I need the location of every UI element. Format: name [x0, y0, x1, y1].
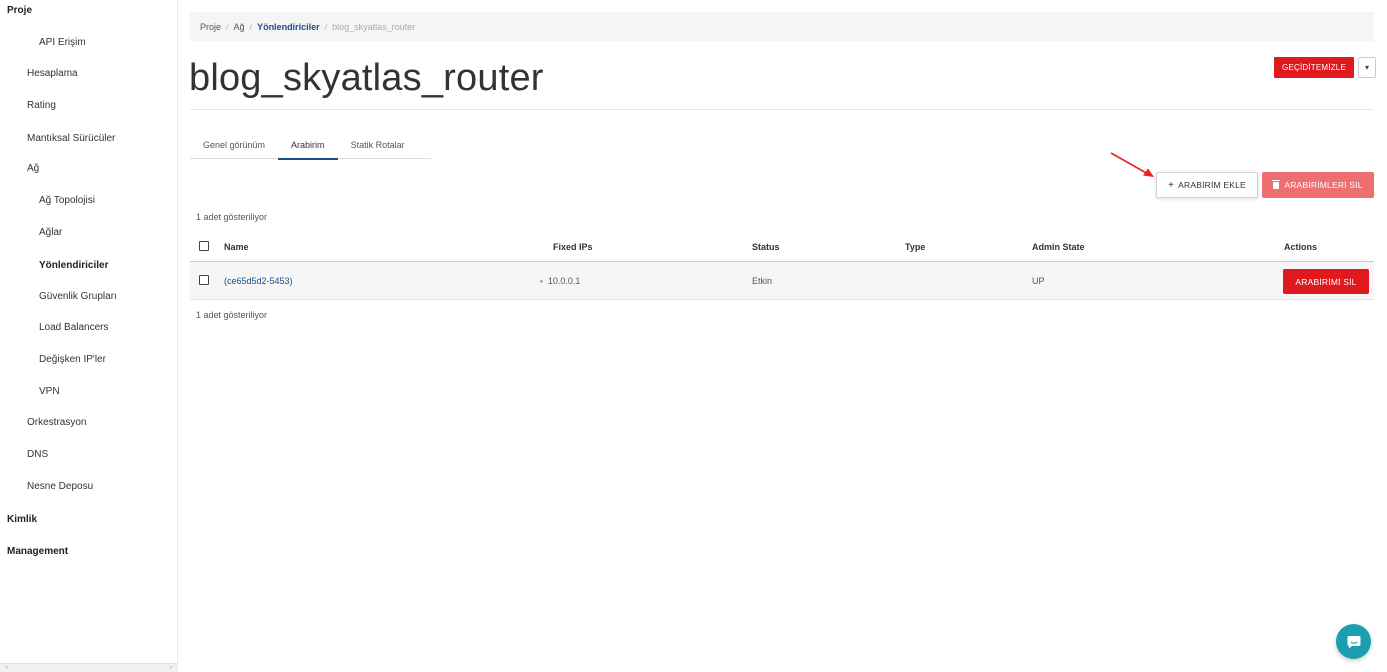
delete-interface-button[interactable]: ARABİRİMİ SİL — [1283, 269, 1369, 294]
sidebar-item-ag-topolojisi[interactable]: Ağ Topolojisi — [39, 195, 95, 206]
sidebar: Proje API Erişim Hesaplama Rating Mantık… — [0, 0, 178, 672]
delete-interfaces-button[interactable]: ARABİRİMLERİ SİL — [1262, 172, 1374, 198]
breadcrumb-current: blog_skyatlas_router — [332, 21, 416, 32]
trash-icon — [1272, 179, 1281, 189]
sidebar-section-kimlik[interactable]: Kimlik — [7, 514, 37, 525]
sidebar-item-degisken-ipler[interactable]: Değişken IP'ler — [39, 354, 106, 365]
page-title: blog_skyatlas_router — [189, 57, 544, 99]
tab-arabirim[interactable]: Arabirim — [278, 131, 338, 160]
column-header-type[interactable]: Type — [905, 232, 925, 262]
add-interface-label: ARABİRİM EKLE — [1178, 180, 1246, 190]
sidebar-item-vpn[interactable]: VPN — [39, 386, 60, 397]
gateway-button-group: GEÇİDİTEMİZLE ▾ — [1274, 57, 1376, 78]
breadcrumb-separator: / — [324, 21, 328, 32]
sidebar-item-dns[interactable]: DNS — [27, 449, 48, 460]
sidebar-item-aglar[interactable]: Ağlar — [39, 227, 62, 238]
breadcrumb-proje[interactable]: Proje — [200, 22, 221, 32]
column-header-name[interactable]: Name — [224, 232, 249, 262]
sidebar-item-hesaplama[interactable]: Hesaplama — [27, 68, 78, 79]
sidebar-item-api-erisim[interactable]: API Erişim — [39, 37, 86, 48]
tab-statik-rotalar[interactable]: Statik Rotalar — [338, 131, 418, 159]
admin-state-cell: UP — [1032, 276, 1045, 286]
sidebar-item-nesne-deposu[interactable]: Nesne Deposu — [27, 481, 93, 492]
fixed-ip-cell: • 10.0.0.1 — [540, 262, 580, 300]
delete-interfaces-label: ARABİRİMLERİ SİL — [1284, 180, 1363, 190]
more-actions-dropdown[interactable]: ▾ — [1358, 57, 1376, 78]
select-all-checkbox[interactable] — [199, 241, 209, 251]
sidebar-section-proje[interactable]: Proje — [7, 5, 32, 16]
sidebar-item-mantiksal-suruculer[interactable]: Mantıksal Sürücüler — [27, 133, 115, 144]
sidebar-item-load-balancers[interactable]: Load Balancers — [39, 322, 109, 333]
breadcrumb-ag[interactable]: Ağ — [234, 22, 245, 32]
sidebar-item-rating[interactable]: Rating — [27, 100, 56, 111]
breadcrumb: Proje / Ağ / Yönlendiriciler / blog_skya… — [190, 12, 1374, 41]
clear-gateway-button[interactable]: GEÇİDİTEMİZLE — [1274, 57, 1354, 78]
table-row: (ce65d5d2-5453) • 10.0.0.1 Etkin UP ARAB… — [190, 262, 1374, 300]
column-header-admin-state[interactable]: Admin State — [1032, 232, 1085, 262]
tab-genel-gorunum[interactable]: Genel görünüm — [190, 131, 278, 159]
item-count-bottom: 1 adet gösteriliyor — [196, 310, 268, 320]
annotation-arrow-icon — [1110, 152, 1154, 177]
scroll-left-arrow-icon[interactable]: ‹ — [6, 665, 8, 671]
sidebar-item-guvenlik-gruplari[interactable]: Güvenlik Grupları — [39, 291, 117, 302]
table-header: Name Fixed IPs Status Type Admin State A… — [190, 232, 1374, 262]
column-header-status[interactable]: Status — [752, 232, 780, 262]
scroll-right-arrow-icon[interactable]: › — [170, 665, 172, 671]
chevron-down-icon: ▾ — [1364, 63, 1369, 72]
interface-name-link[interactable]: (ce65d5d2-5453) — [224, 276, 293, 286]
item-count-top: 1 adet gösteriliyor — [196, 212, 268, 222]
sidebar-item-yonlendiriciler[interactable]: Yönlendiriciler — [39, 260, 108, 271]
tab-bar: Genel görünüm Arabirim Statik Rotalar — [190, 131, 431, 160]
chat-launcher-button[interactable] — [1336, 624, 1371, 659]
sidebar-item-orkestrasyon[interactable]: Orkestrasyon — [27, 417, 86, 428]
chat-bubble-icon — [1347, 635, 1360, 648]
breadcrumb-separator: / — [249, 21, 253, 32]
status-cell: Etkin — [752, 276, 773, 286]
breadcrumb-separator: / — [226, 21, 229, 32]
column-header-fixed-ips[interactable]: Fixed IPs — [553, 232, 593, 262]
plus-icon: + — [1168, 179, 1175, 191]
sidebar-section-management[interactable]: Management — [7, 546, 68, 557]
fixed-ip-value: 10.0.0.1 — [547, 276, 581, 286]
bullet-icon: • — [540, 276, 543, 286]
breadcrumb-yonlendiriciler[interactable]: Yönlendiriciler — [257, 22, 320, 32]
row-select-checkbox[interactable] — [199, 275, 209, 285]
sidebar-horizontal-scrollbar[interactable]: ‹ › — [0, 663, 178, 672]
add-interface-button[interactable]: + ARABİRİM EKLE — [1156, 172, 1258, 198]
title-divider — [190, 109, 1374, 110]
sidebar-item-ag[interactable]: Ağ — [27, 163, 39, 174]
column-header-actions: Actions — [1284, 242, 1318, 252]
